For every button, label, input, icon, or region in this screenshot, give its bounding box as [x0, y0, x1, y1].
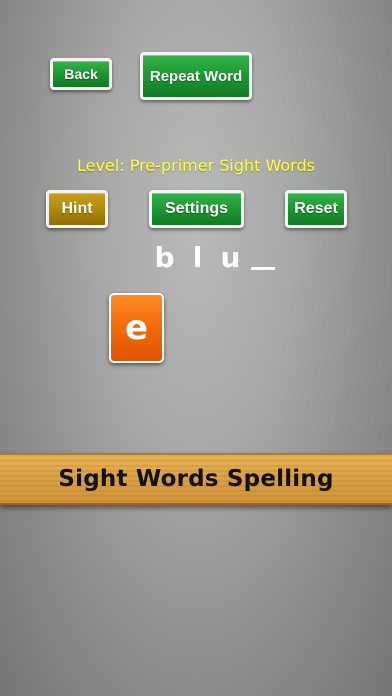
title-banner: Sight Words Spelling — [0, 453, 392, 505]
word-letter: l — [192, 241, 203, 274]
letter-tile[interactable]: e — [109, 293, 164, 363]
word-letter: b — [154, 241, 175, 274]
word-display: b l u — [148, 238, 275, 278]
missing-letter-blank — [251, 267, 275, 270]
reset-button[interactable]: Reset — [285, 190, 347, 228]
word-letter: u — [220, 241, 241, 274]
repeat-word-button[interactable]: Repeat Word — [140, 52, 252, 100]
hint-button[interactable]: Hint — [46, 190, 108, 228]
back-button[interactable]: Back — [50, 58, 112, 90]
level-label: Level: Pre-primer Sight Words — [77, 156, 315, 175]
settings-button[interactable]: Settings — [149, 190, 244, 228]
app-title: Sight Words Spelling — [58, 466, 334, 492]
